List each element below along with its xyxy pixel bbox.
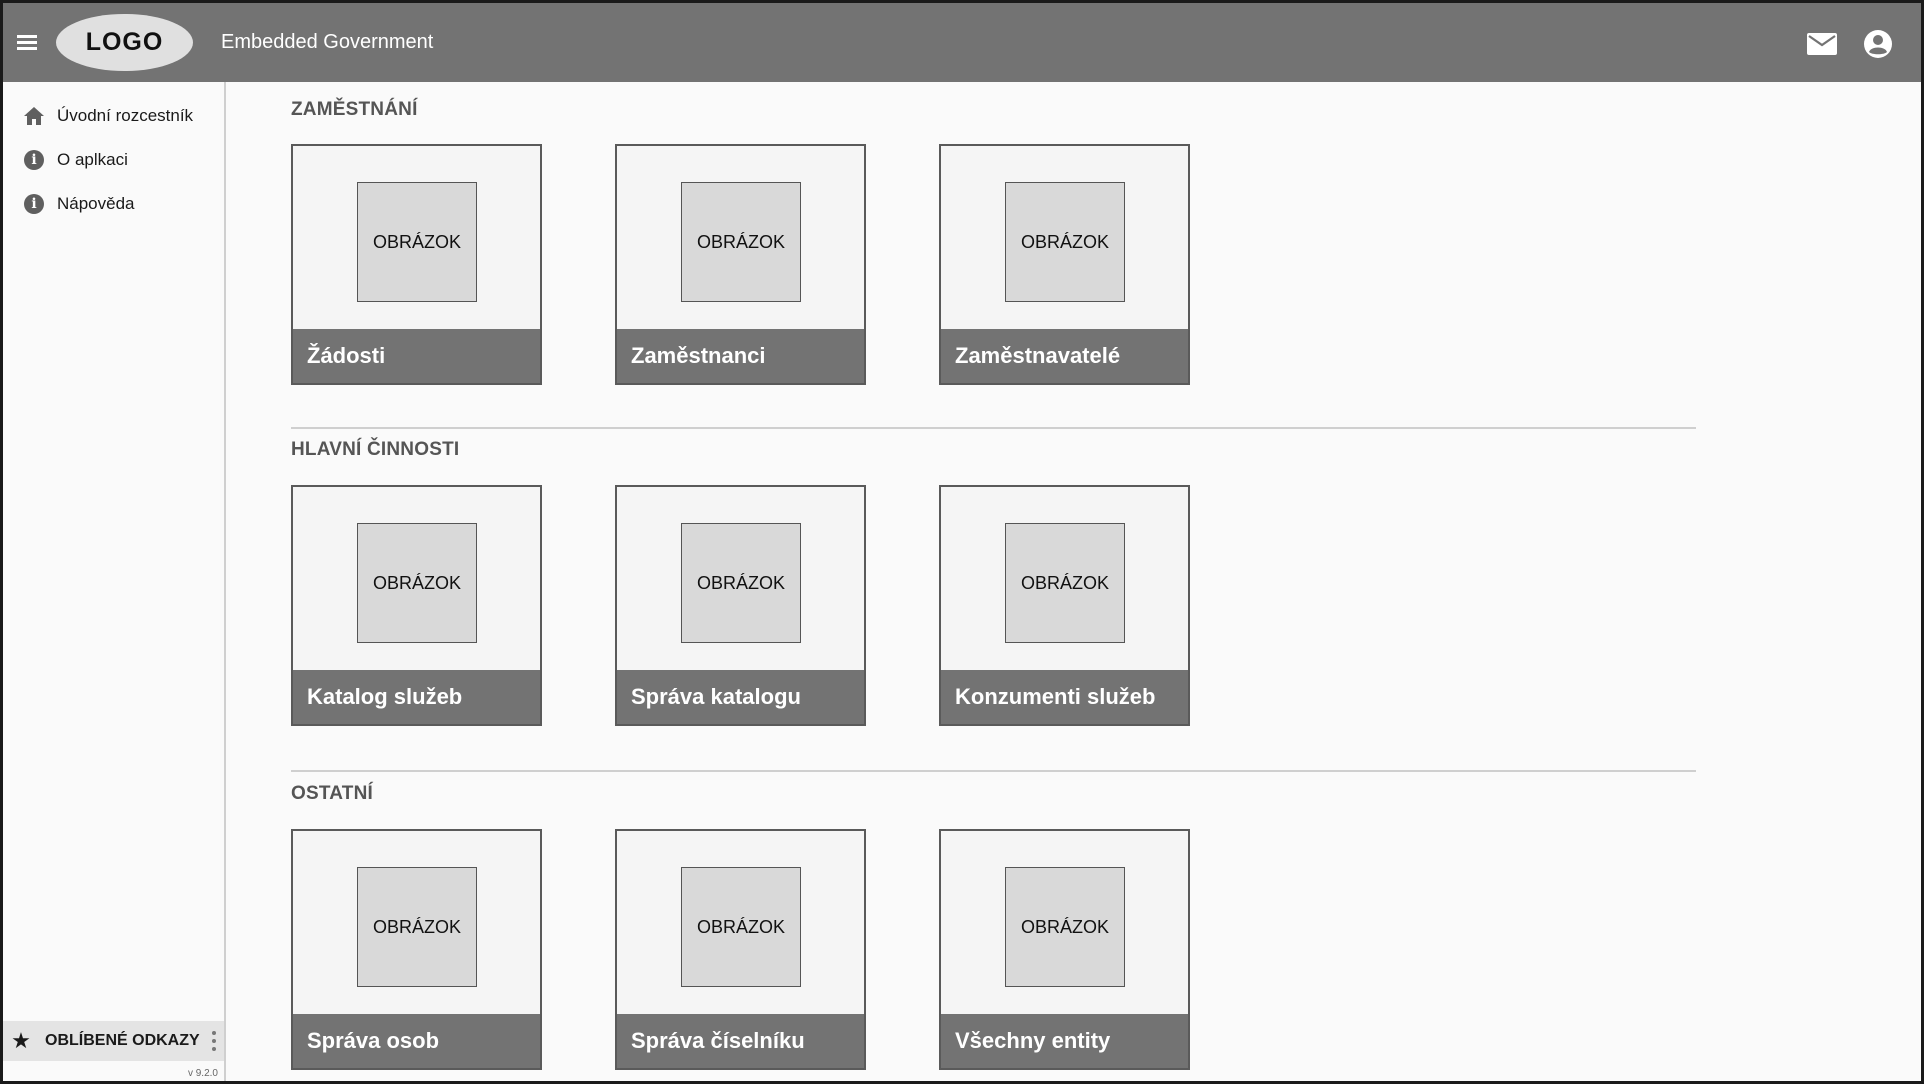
tile-label: Žádosti [307,343,386,368]
image-placeholder: OBRÁZOK [357,182,477,302]
image-placeholder: OBRÁZOK [1005,182,1125,302]
sidebar: Úvodní rozcestník i O aplkaci i Nápověda… [3,82,226,1081]
app-window: LOGO Embedded Government Úvodní rozcestn… [0,0,1924,1084]
tile-footer: Konzumenti služeb [941,670,1188,724]
tile-sprava-osob[interactable]: OBRÁZOK Správa osob [291,829,542,1070]
more-vert-icon[interactable] [211,1031,217,1051]
info-icon: i [23,193,45,215]
tile-label: Všechny entity [955,1028,1111,1053]
main-content: ZAMĚSTNÁNÍ OBRÁZOK Žádosti OBRÁZOK Zaměs… [228,82,1921,1081]
tile-footer: Správa osob [293,1014,540,1068]
app-title: Embedded Government [221,31,434,53]
tile-footer: Žádosti [293,329,540,383]
image-placeholder: OBRÁZOK [1005,867,1125,987]
image-placeholder: OBRÁZOK [681,182,801,302]
hamburger-menu-icon[interactable] [17,35,37,50]
tile-label: Správa číselníku [631,1028,805,1053]
sidebar-item-about[interactable]: i O aplkaci [23,145,128,175]
star-icon: ★ [11,1028,31,1053]
version-label: v 9.2.0 [187,1068,218,1079]
image-placeholder: OBRÁZOK [1005,523,1125,643]
tile-label: Zaměstnavatelé [955,343,1121,368]
tile-footer: Správa číselníku [617,1014,864,1068]
sidebar-item-home[interactable]: Úvodní rozcestník [23,101,193,131]
logo[interactable]: LOGO [56,14,193,71]
tile-footer: Zaměstnanci [617,329,864,383]
top-app-bar: LOGO Embedded Government [3,3,1921,82]
tile-zadosti[interactable]: OBRÁZOK Žádosti [291,144,542,385]
sidebar-item-help[interactable]: i Nápověda [23,189,135,219]
tile-label: Katalog služeb [307,684,463,709]
tile-label: Správa osob [307,1028,440,1053]
tile-katalog-sluzeb[interactable]: OBRÁZOK Katalog služeb [291,485,542,726]
favorites-button[interactable]: ★ OBLÍBENÉ ODKAZY [3,1021,224,1061]
sidebar-item-label: O aplkaci [57,150,128,169]
favorites-label: OBLÍBENÉ ODKAZY [45,1032,200,1049]
tile-footer: Správa katalogu [617,670,864,724]
tile-vsechny-entity[interactable]: OBRÁZOK Všechny entity [939,829,1190,1070]
tile-label: Konzumenti služeb [955,684,1156,709]
tile-sprava-ciselniku[interactable]: OBRÁZOK Správa číselníku [615,829,866,1070]
tile-footer: Všechny entity [941,1014,1188,1068]
section-divider [291,427,1696,429]
tile-zamestnanci[interactable]: OBRÁZOK Zaměstnanci [615,144,866,385]
tile-footer: Zaměstnavatelé [941,329,1188,383]
tile-konzumenti-sluzeb[interactable]: OBRÁZOK Konzumenti služeb [939,485,1190,726]
tile-sprava-katalogu[interactable]: OBRÁZOK Správa katalogu [615,485,866,726]
tile-label: Zaměstnanci [631,343,766,368]
info-icon: i [23,149,45,171]
tile-label: Správa katalogu [631,684,801,709]
sidebar-item-label: Úvodní rozcestník [57,106,194,125]
account-circle-icon[interactable] [1863,29,1893,59]
section-divider [291,770,1696,772]
tile-footer: Katalog služeb [293,670,540,724]
section-title-main-activities: HLAVNÍ ČINNOSTI [291,439,460,460]
sidebar-item-label: Nápověda [57,194,135,213]
home-icon [23,105,45,127]
image-placeholder: OBRÁZOK [357,867,477,987]
section-title-employment: ZAMĚSTNÁNÍ [291,99,418,120]
image-placeholder: OBRÁZOK [357,523,477,643]
section-title-other: OSTATNÍ [291,783,373,804]
tile-zamestnavatele[interactable]: OBRÁZOK Zaměstnavatelé [939,144,1190,385]
image-placeholder: OBRÁZOK [681,523,801,643]
mail-icon[interactable] [1807,33,1837,55]
image-placeholder: OBRÁZOK [681,867,801,987]
